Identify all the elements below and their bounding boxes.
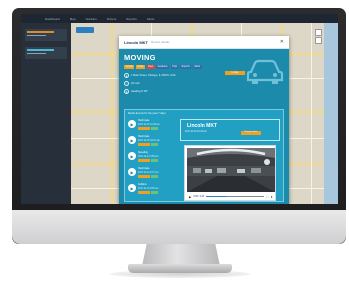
speed-text: 32 mph bbox=[131, 82, 140, 85]
video-timestamp: 0:08 / 0:20 bbox=[193, 195, 205, 198]
vehicle-status: MOVING bbox=[124, 53, 156, 62]
modal-subtitle: Device details bbox=[151, 40, 170, 44]
event-time: 2017-11-14 4:58 pm bbox=[138, 155, 159, 158]
event-badge bbox=[138, 175, 150, 178]
tag-badge[interactable]: Alerts bbox=[192, 65, 202, 69]
event-title: Hard brake bbox=[138, 168, 150, 170]
video-camera-icon: ▶ bbox=[128, 120, 136, 128]
fullscreen-icon[interactable]: ⛶ bbox=[266, 195, 268, 199]
tag-row: Vehicle Driver Fleet Geofence Trips Repo… bbox=[124, 65, 202, 69]
video-controls: ▶ 0:08 / 0:20 ⛶ ⬇ bbox=[187, 193, 275, 200]
monitor-stand-base bbox=[128, 264, 232, 273]
event-title: Collision bbox=[138, 184, 147, 186]
tag-badge[interactable]: Trips bbox=[170, 65, 179, 69]
event-badge bbox=[151, 175, 158, 178]
event-badge bbox=[151, 159, 158, 162]
selected-event-time: 2017-11-15 11:43 am bbox=[185, 131, 207, 133]
modal-body: Media Events for the past 7 days ▶ Hard … bbox=[119, 109, 289, 204]
panel-title: Media Events for the past 7 days bbox=[128, 112, 166, 115]
screen: Dashboard Map Vehicles Drivers Reports A… bbox=[21, 14, 338, 204]
event-badge bbox=[138, 191, 150, 194]
modal-header: Lincoln MKT Device details ✕ bbox=[119, 36, 289, 49]
map-street bbox=[311, 23, 312, 204]
event-list-item[interactable]: ▶ Speeding 2017-11-14 4:58 pm bbox=[128, 151, 176, 165]
map-lake bbox=[324, 23, 338, 204]
nav-item[interactable]: Dashboard bbox=[45, 17, 60, 21]
vehicle-detail-modal: Lincoln MKT Device details ✕ MOVING Vehi… bbox=[119, 36, 289, 204]
speedometer-icon: ◔ bbox=[124, 81, 129, 86]
event-time: 2017-11-15 10:21 am bbox=[138, 139, 160, 142]
event-time: 2017-11-14 2:17 pm bbox=[138, 171, 159, 174]
video-camera-icon: ▶ bbox=[128, 136, 136, 144]
event-badge bbox=[138, 143, 150, 146]
desktop-scene: Dashboard Map Vehicles Drivers Reports A… bbox=[0, 0, 349, 286]
event-badge bbox=[151, 143, 158, 146]
vehicle-list-item[interactable] bbox=[25, 29, 67, 41]
monitor-chin bbox=[12, 210, 346, 244]
video-progress bbox=[206, 196, 227, 197]
tag-badge[interactable]: Geofence bbox=[156, 65, 170, 69]
event-list-item[interactable]: ▶ Hard brake 2017-11-15 11:43 am bbox=[128, 119, 176, 133]
vehicle-list-item[interactable] bbox=[25, 47, 67, 59]
event-list-item[interactable]: ▶ Collision 2017-11-13 9:05 am bbox=[128, 183, 176, 197]
compass-icon: ➤ bbox=[124, 89, 129, 94]
nav-item[interactable]: Map bbox=[70, 17, 76, 21]
vehicle-sidebar bbox=[21, 23, 71, 204]
speed-row: ◔ 32 mph bbox=[124, 81, 140, 86]
nav-item[interactable]: Reports bbox=[126, 17, 137, 21]
event-badge bbox=[138, 159, 150, 162]
car-icon bbox=[246, 59, 284, 84]
event-badge bbox=[151, 191, 158, 194]
tag-badge[interactable]: Driver bbox=[135, 65, 146, 69]
video-camera-icon: ▶ bbox=[128, 168, 136, 176]
app-topbar: Dashboard Map Vehicles Drivers Reports A… bbox=[21, 14, 338, 23]
nav-item[interactable]: Alerts bbox=[147, 17, 155, 21]
zoom-out-button[interactable] bbox=[315, 37, 322, 44]
monitor-stand-neck bbox=[142, 244, 220, 266]
download-icon[interactable]: ⬇ bbox=[270, 195, 273, 199]
map-road bbox=[111, 23, 113, 204]
video-player[interactable]: ▶ 0:08 / 0:20 ⛶ ⬇ bbox=[184, 145, 276, 201]
media-events-panel: Media Events for the past 7 days ▶ Hard … bbox=[124, 109, 284, 202]
video-camera-icon: ▶ bbox=[128, 152, 136, 160]
event-badge bbox=[151, 127, 158, 130]
locate-button[interactable]: Locate bbox=[225, 71, 245, 75]
modal-title: Lincoln MKT bbox=[124, 39, 148, 45]
event-list-item[interactable]: ▶ Hard brake 2017-11-14 2:17 pm bbox=[128, 167, 176, 181]
video-seek-bar[interactable] bbox=[206, 196, 265, 197]
address-row: ● 1 Main Street, Chicago, IL 60601, USA bbox=[124, 73, 176, 78]
address-text: 1 Main Street, Chicago, IL 60601, USA bbox=[131, 74, 176, 77]
selected-vehicle-name: Lincoln MKT bbox=[187, 123, 217, 129]
dashcam-video-frame bbox=[187, 148, 275, 192]
location-pin-icon: ● bbox=[124, 73, 129, 78]
event-title: Hard brake bbox=[138, 136, 150, 138]
event-time: 2017-11-13 9:05 am bbox=[138, 187, 159, 190]
event-title: Speeding bbox=[138, 152, 148, 154]
zoom-in-button[interactable] bbox=[315, 29, 322, 36]
nav-item[interactable]: Drivers bbox=[107, 17, 117, 21]
event-badge bbox=[138, 127, 150, 130]
heading-text: Heading N 90° bbox=[131, 90, 148, 93]
play-icon[interactable]: ▶ bbox=[189, 195, 191, 199]
selected-event-header: Lincoln MKT 2017-11-15 11:43 am Request … bbox=[180, 119, 280, 141]
tag-badge[interactable]: Vehicle bbox=[124, 65, 135, 69]
event-list-item[interactable]: ▶ Hard brake 2017-11-15 10:21 am bbox=[128, 135, 176, 149]
sidebar-toggle-button[interactable] bbox=[76, 27, 94, 33]
heading-row: ➤ Heading N 90° bbox=[124, 89, 148, 94]
event-title: Hard brake bbox=[138, 120, 150, 122]
event-time: 2017-11-15 11:43 am bbox=[138, 123, 160, 126]
request-video-button[interactable]: Request video bbox=[241, 131, 261, 135]
tag-badge[interactable]: Fleet bbox=[146, 65, 155, 69]
tag-badge[interactable]: Reports bbox=[180, 65, 192, 69]
nav-item[interactable]: Vehicles bbox=[86, 17, 97, 21]
video-frame[interactable] bbox=[187, 148, 275, 192]
close-icon[interactable]: ✕ bbox=[280, 39, 284, 45]
video-camera-icon: ▶ bbox=[128, 184, 136, 192]
status-hero: MOVING Vehicle Driver Fleet Geofence Tri… bbox=[119, 49, 289, 109]
